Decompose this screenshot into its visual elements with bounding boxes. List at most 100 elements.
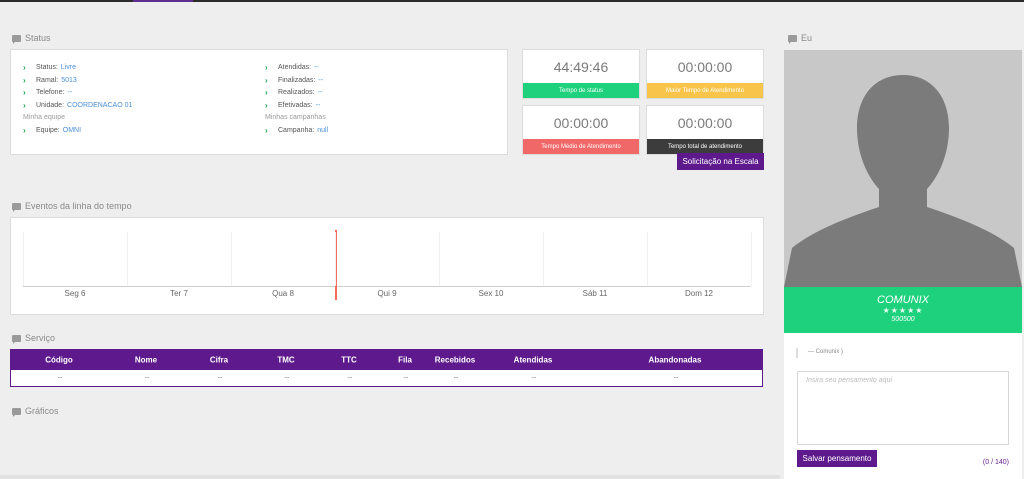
profile-quote: — Comunix ) bbox=[808, 349, 844, 355]
status-value: -- bbox=[67, 89, 73, 96]
timeline-gridline bbox=[647, 232, 648, 286]
group-title: Minha equipe bbox=[23, 114, 66, 121]
status-section-title: Status bbox=[12, 33, 51, 44]
timeline-day-label: Sex 10 bbox=[478, 289, 504, 298]
timer-value: 00:00:00 bbox=[553, 115, 609, 131]
table-cell: -- bbox=[453, 374, 459, 382]
status-label: Telefone: bbox=[36, 89, 65, 96]
status-label: Finalizadas: bbox=[278, 76, 316, 84]
rating-stars-icon: ★★★★★ bbox=[882, 306, 924, 315]
timer-value: 00:00:00 bbox=[677, 59, 733, 75]
timer-label: Maior Tempo de Atendimento bbox=[647, 83, 763, 98]
service-section-title: Serviço bbox=[12, 333, 55, 344]
status-label: Efetivadas: bbox=[278, 101, 313, 109]
status-row: › Efetivadas: -- bbox=[265, 100, 328, 113]
timeline-day-label: Ter 7 bbox=[170, 289, 188, 298]
table-cell: -- bbox=[673, 374, 679, 382]
timeline-day-label: Sáb 11 bbox=[582, 289, 608, 298]
chevron-right-icon: › bbox=[265, 88, 268, 97]
timeline-day-label: Qua 8 bbox=[272, 289, 294, 298]
avatar[interactable] bbox=[784, 50, 1022, 287]
profile-name-band: COMUNIX ★★★★★ 500500 bbox=[784, 287, 1022, 333]
timeline-gridline bbox=[231, 232, 232, 286]
status-value: null bbox=[317, 126, 329, 134]
status-row: › Equipe: OMNI bbox=[23, 125, 132, 138]
table-header-cell[interactable]: Nome bbox=[135, 355, 157, 364]
table-header-cell[interactable]: TMC bbox=[277, 355, 294, 364]
timeline-gridline bbox=[127, 232, 128, 286]
bottom-edge bbox=[0, 475, 780, 479]
timer-tile: 44:49:46 Tempo de status bbox=[522, 49, 640, 99]
chevron-right-icon: › bbox=[23, 88, 26, 97]
timeline-card: Seg 6 Ter 7 Qua 8 Qui 9 Sex 10 Sáb 11 Dom 12 bbox=[10, 217, 764, 315]
table-cell: -- bbox=[217, 374, 223, 382]
table-header-cell[interactable]: Cifra bbox=[210, 355, 228, 364]
timeline-gridline bbox=[23, 232, 24, 286]
timeline-day-label: Seg 6 bbox=[64, 289, 86, 298]
timeline-day-label: Dom 12 bbox=[684, 289, 714, 298]
table-header-cell[interactable]: Fila bbox=[398, 355, 412, 364]
status-right-column: › Atendidas: -- › Finalizadas: -- › Real… bbox=[265, 62, 328, 137]
chevron-right-icon: › bbox=[23, 75, 26, 85]
thought-placeholder: Insira seu pensamento aqui bbox=[806, 377, 892, 384]
chat-bubble-icon bbox=[12, 407, 21, 417]
top-bar bbox=[0, 0, 1024, 2]
person-silhouette-icon bbox=[784, 75, 1022, 287]
timer-tile: 00:00:00 Tempo Médio de Atendimento bbox=[522, 105, 640, 155]
quote-bar bbox=[796, 348, 798, 358]
chevron-right-icon: › bbox=[23, 125, 26, 135]
status-row: › Realizados: -- bbox=[265, 87, 328, 100]
save-thought-button[interactable]: Salvar pensamento bbox=[797, 450, 877, 467]
status-row: › Unidade: COORDENACAO 01 bbox=[23, 100, 132, 113]
status-row: › Atendidas: -- bbox=[265, 62, 328, 75]
status-row: › Finalizadas: -- bbox=[265, 75, 328, 88]
table-row: -- -- -- -- -- -- -- -- -- bbox=[10, 370, 763, 387]
timer-label: Tempo Médio de Atendimento bbox=[523, 139, 639, 154]
status-label: Equipe: bbox=[36, 126, 60, 134]
profile-code: 500500 bbox=[891, 316, 915, 323]
status-label: Ramal: bbox=[36, 76, 59, 84]
chevron-right-icon: › bbox=[265, 100, 268, 110]
status-row: › Campanha: null bbox=[265, 125, 328, 138]
timer-value: 00:00:00 bbox=[677, 115, 733, 131]
table-header-cell[interactable]: Código bbox=[45, 355, 73, 364]
status-value: 5013 bbox=[61, 76, 77, 84]
status-label: Status: bbox=[36, 64, 58, 71]
timer-label: Tempo total de atendimento bbox=[647, 139, 763, 154]
status-label: Atendidas: bbox=[278, 64, 312, 71]
status-row: › Ramal: 5013 bbox=[23, 75, 132, 88]
status-label: Realizados: bbox=[278, 89, 315, 96]
chat-bubble-icon bbox=[12, 34, 21, 44]
chevron-right-icon: › bbox=[23, 100, 26, 110]
table-cell: -- bbox=[347, 374, 353, 382]
char-counter: (0 / 140) bbox=[982, 459, 1009, 466]
chat-bubble-icon bbox=[12, 334, 21, 344]
timer-tile: 00:00:00 Tempo total de atendimento bbox=[646, 105, 764, 155]
charts-section-title: Gráficos bbox=[12, 406, 59, 417]
table-header-cell[interactable]: TTC bbox=[341, 355, 357, 364]
status-value: Livre bbox=[60, 64, 76, 71]
chat-bubble-icon bbox=[788, 34, 797, 44]
status-card: › Status: Livre › Ramal: 5013 › Telefone… bbox=[10, 49, 508, 155]
timeline-axis bbox=[23, 286, 751, 287]
timer-value: 44:49:46 bbox=[553, 59, 609, 75]
timer-label: Tempo de status bbox=[523, 83, 639, 98]
table-cell: -- bbox=[531, 374, 537, 382]
table-header-cell[interactable]: Recebidos bbox=[435, 355, 475, 364]
chevron-right-icon: › bbox=[265, 75, 268, 85]
status-row: › Telefone: -- bbox=[23, 87, 132, 100]
timeline-day-label: Qui 9 bbox=[377, 289, 397, 298]
thought-textarea[interactable]: Insira seu pensamento aqui bbox=[797, 371, 1009, 445]
table-header-cell[interactable]: Abandonadas bbox=[649, 355, 702, 364]
status-value: OMNI bbox=[62, 126, 82, 134]
status-value: -- bbox=[315, 101, 321, 109]
timeline-gridline bbox=[439, 232, 440, 286]
timeline-gridline bbox=[543, 232, 544, 286]
status-value: -- bbox=[314, 64, 319, 71]
table-cell: -- bbox=[403, 374, 409, 382]
table-header-cell[interactable]: Atendidas bbox=[514, 355, 553, 364]
chevron-right-icon: › bbox=[265, 63, 268, 72]
timeline-gridline bbox=[751, 232, 752, 286]
status-row: › Status: Livre bbox=[23, 62, 132, 75]
schedule-request-button[interactable]: Solicitação na Escala bbox=[677, 153, 764, 170]
